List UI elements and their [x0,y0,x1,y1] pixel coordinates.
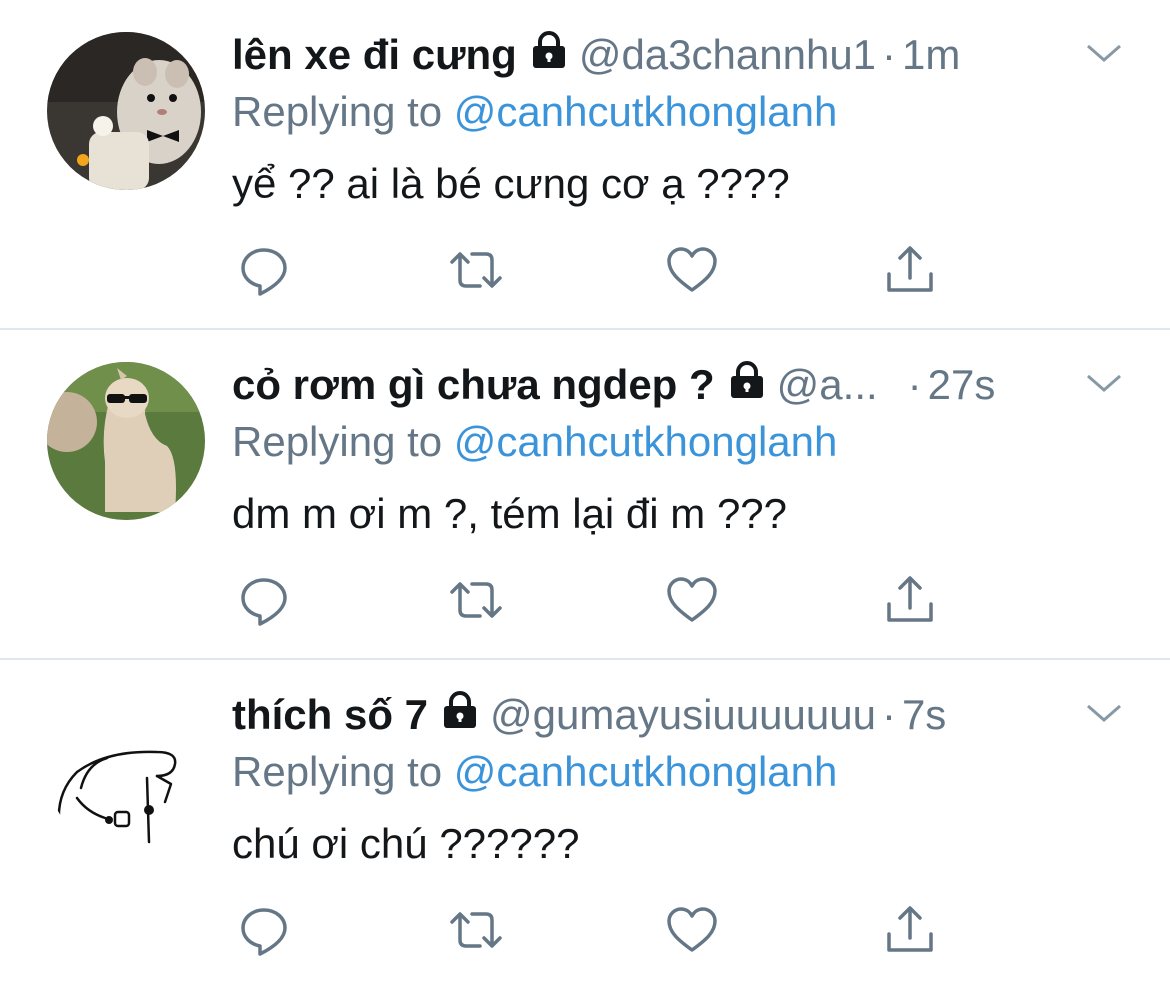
mention-link[interactable]: @canhcutkhonglanh [454,748,838,795]
tweet-item[interactable]: thích số 7 @gumayusiuuuuuuu · 7s Replyin… [0,660,1170,990]
tweet-text: dm m ơi m ?, tém lại đi m ??? [232,490,788,537]
replying-to-label: Replying to [232,418,443,465]
replying-to: Replying to @canhcutkhonglanh [232,418,837,466]
share-icon[interactable] [882,902,938,958]
user-handle[interactable]: @da3channhu1 [579,31,876,79]
like-icon[interactable] [664,902,720,958]
hamster-avatar-image [47,32,205,190]
lock-icon [531,31,567,79]
replying-to: Replying to @canhcutkhonglanh [232,748,837,796]
chevron-down-icon[interactable] [1084,698,1124,728]
separator-dot: · [882,31,897,78]
user-handle[interactable]: @a... [777,361,878,409]
doodle-blob-avatar-image [47,692,205,850]
retweet-icon[interactable] [448,902,504,958]
timestamp[interactable]: 1m [902,31,960,79]
timestamp[interactable]: 27s [928,361,996,409]
display-name[interactable]: cỏ rơm gì chưa ngdep ? [232,361,715,409]
tweet-actions [236,902,956,958]
share-icon[interactable] [882,572,938,628]
lock-icon [442,691,478,739]
tweet-actions [236,572,956,628]
lock-icon [729,361,765,409]
tweet-item[interactable]: cỏ rơm gì chưa ngdep ? @a... · 27s Reply… [0,330,1170,660]
reply-icon[interactable] [236,572,292,628]
display-name[interactable]: lên xe đi cưng [232,31,517,79]
retweet-icon[interactable] [448,572,504,628]
reply-icon[interactable] [236,902,292,958]
avatar[interactable] [47,692,205,850]
like-icon[interactable] [664,242,720,298]
retweet-icon[interactable] [448,242,504,298]
replying-to-label: Replying to [232,88,443,135]
timestamp[interactable]: 7s [902,691,946,739]
separator-dot: · [881,691,896,738]
separator-dot: · [907,361,922,408]
tweet-text: yể ?? ai là bé cưng cơ ạ ???? [232,160,790,207]
like-icon[interactable] [664,572,720,628]
replying-to-label: Replying to [232,748,443,795]
tweet-header: thích số 7 @gumayusiuuuuuuu · 7s [232,688,1100,742]
tweet-feed: lên xe đi cưng @da3channhu1 · 1m Replyin… [0,0,1170,990]
chevron-down-icon[interactable] [1084,38,1124,68]
replying-to: Replying to @canhcutkhonglanh [232,88,837,136]
tweet-header: cỏ rơm gì chưa ngdep ? @a... · 27s [232,358,1100,412]
chevron-down-icon[interactable] [1084,368,1124,398]
mention-link[interactable]: @canhcutkhonglanh [454,88,838,135]
share-icon[interactable] [882,242,938,298]
user-handle[interactable]: @gumayusiuuuuuuu [490,691,876,739]
alpaca-sunglasses-avatar-image [47,362,205,520]
tweet-actions [236,242,956,298]
reply-icon[interactable] [236,242,292,298]
avatar[interactable] [47,32,205,190]
display-name[interactable]: thích số 7 [232,691,428,739]
tweet-item[interactable]: lên xe đi cưng @da3channhu1 · 1m Replyin… [0,0,1170,330]
tweet-text: chú ơi chú ?????? [232,820,580,867]
mention-link[interactable]: @canhcutkhonglanh [454,418,838,465]
avatar[interactable] [47,362,205,520]
tweet-header: lên xe đi cưng @da3channhu1 · 1m [232,28,1100,82]
